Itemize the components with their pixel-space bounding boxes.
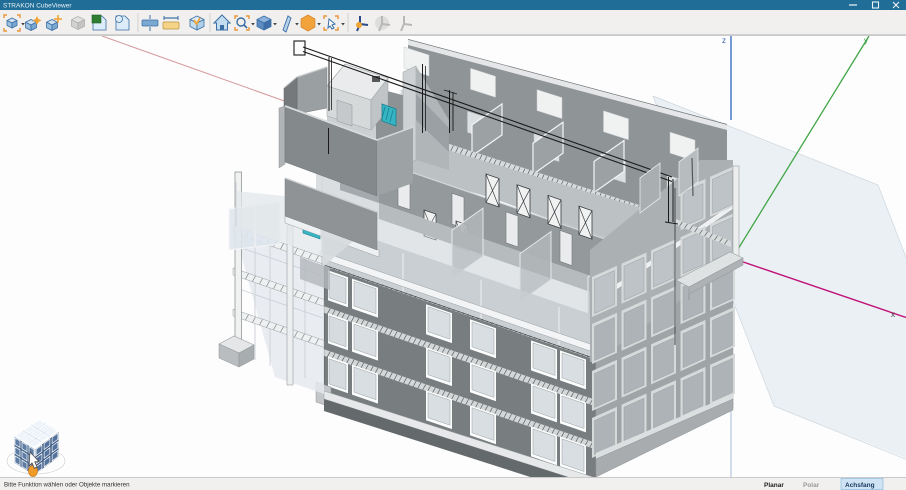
svg-text:Achsfang: Achsfang <box>845 482 875 489</box>
svg-text:STRAKON CubeViewer: STRAKON CubeViewer <box>3 3 72 10</box>
svg-text:Planar: Planar <box>764 482 784 489</box>
svg-text:x: x <box>891 310 895 319</box>
svg-text:y: y <box>864 36 868 45</box>
svg-text:z: z <box>722 36 726 45</box>
svg-text:Bitte Funktion wählen oder Obj: Bitte Funktion wählen oder Objekte marki… <box>4 482 130 489</box>
svg-text:Polar: Polar <box>803 482 820 489</box>
